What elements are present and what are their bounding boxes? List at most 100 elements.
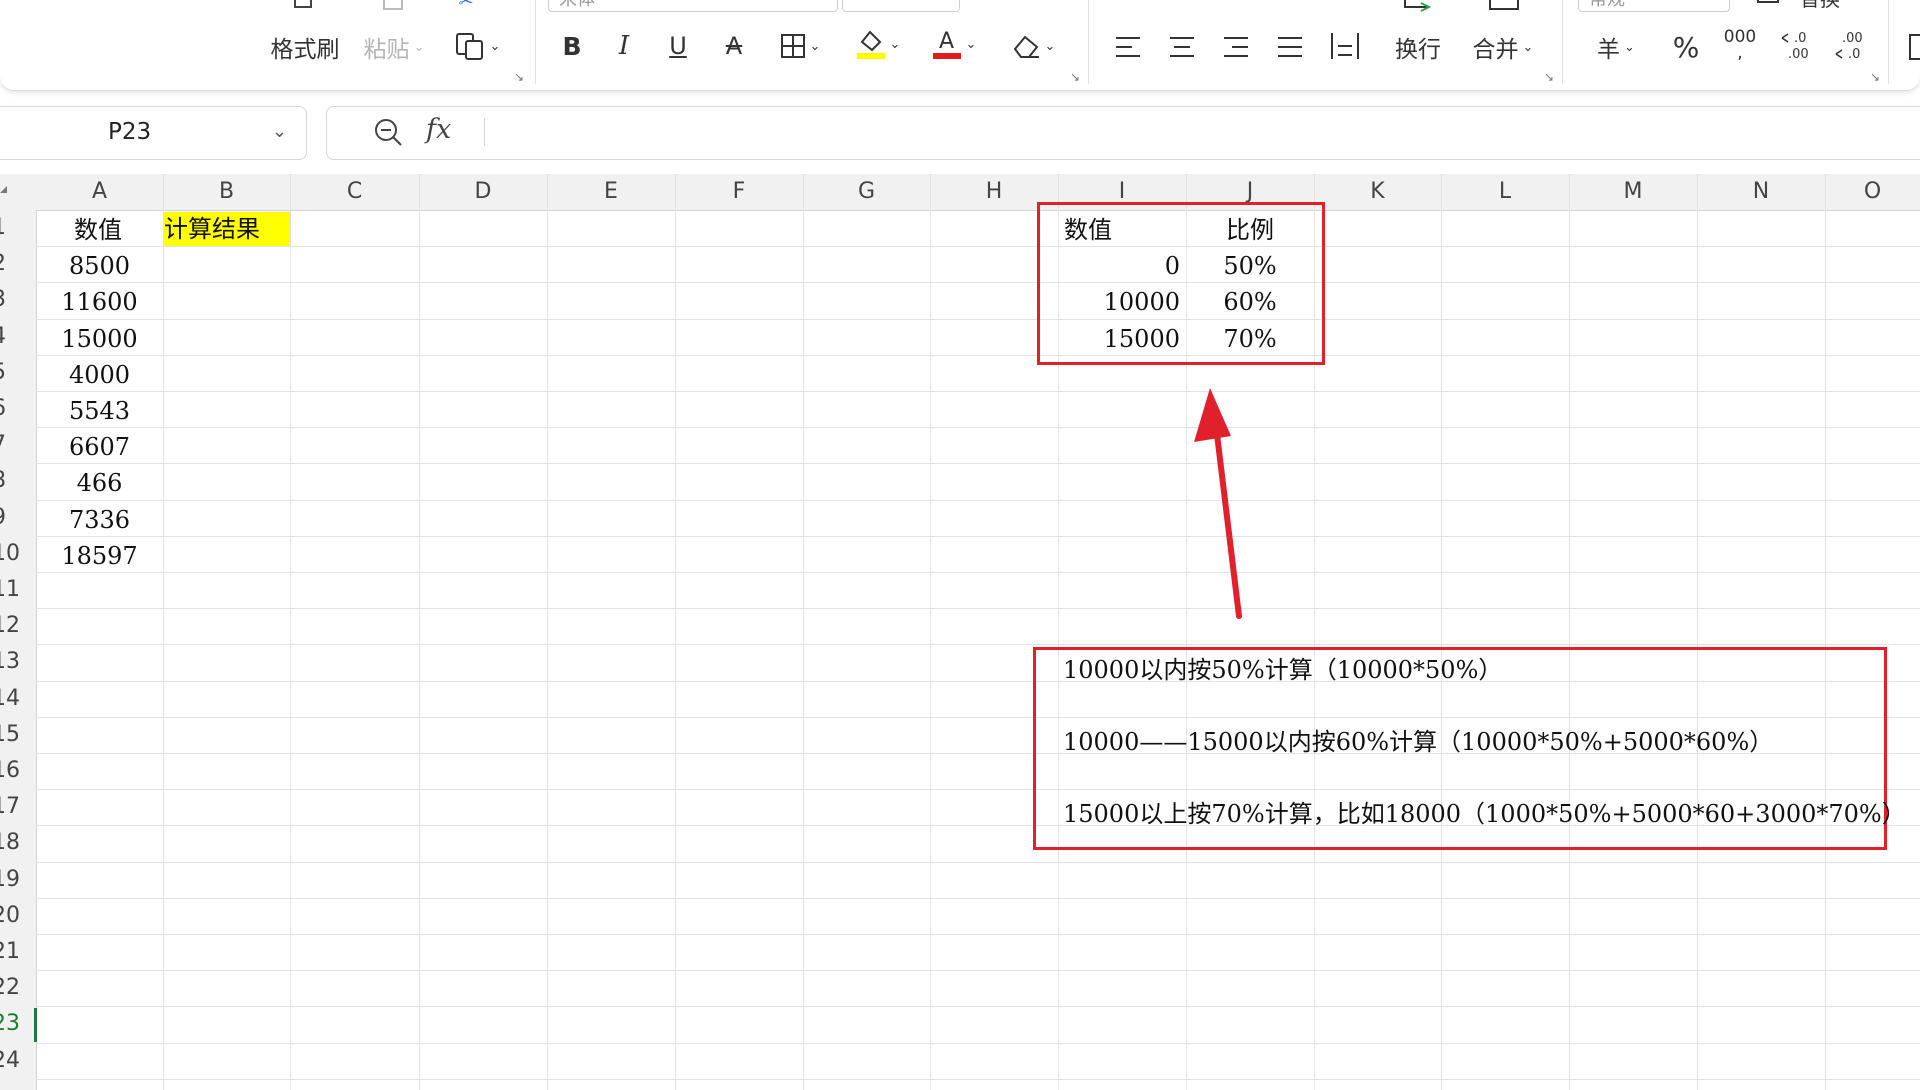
- row-header-1[interactable]: 1: [0, 210, 28, 246]
- align-left-button[interactable]: [1112, 30, 1144, 64]
- font-launcher-icon[interactable]: ↘: [1070, 70, 1080, 84]
- copy-icon: [455, 33, 483, 60]
- svg-text:A: A: [939, 29, 954, 54]
- bold-button[interactable]: B: [556, 28, 588, 64]
- column-header-M[interactable]: M: [1569, 174, 1697, 210]
- increase-decimal-button[interactable]: .0.00: [1776, 28, 1818, 64]
- cell-A1[interactable]: 数值: [74, 212, 122, 248]
- cell-A4[interactable]: 15000: [36, 321, 163, 357]
- column-gridline: [1441, 174, 1442, 1090]
- row-header-2[interactable]: 2: [0, 246, 28, 282]
- active-row-indicator: [34, 1008, 37, 1042]
- cell-A2[interactable]: 8500: [36, 248, 163, 284]
- wrap-text-icon[interactable]: [1398, 0, 1438, 16]
- cell-A10[interactable]: 18597: [36, 538, 163, 574]
- percent-button[interactable]: %: [1668, 30, 1704, 64]
- row-header-20[interactable]: 20: [0, 898, 28, 934]
- replace-button[interactable]: 替换: [1790, 0, 1850, 11]
- fx-icon[interactable]: fx: [426, 114, 451, 145]
- row-header-8[interactable]: 8: [0, 463, 28, 499]
- row-header-19[interactable]: 19: [0, 862, 28, 898]
- row-header-18[interactable]: 18: [0, 825, 28, 861]
- name-box[interactable]: P23 ⌄: [0, 106, 307, 160]
- row-header-14[interactable]: 14: [0, 681, 28, 717]
- ribbon-separator: [1888, 0, 1889, 84]
- row-header-24[interactable]: 24: [0, 1043, 28, 1079]
- row-header-11[interactable]: 11: [0, 572, 28, 608]
- format-painter-button[interactable]: 格式刷: [266, 30, 344, 64]
- name-box-value: P23: [108, 119, 152, 145]
- svg-text:.0: .0: [1794, 31, 1806, 46]
- wrap-text-button[interactable]: 换行: [1388, 30, 1448, 64]
- select-all-corner[interactable]: [0, 186, 7, 193]
- conditional-format-icon[interactable]: [1906, 30, 1920, 64]
- format-painter-icon[interactable]: [284, 0, 324, 16]
- scissors-icon[interactable]: ✂: [448, 0, 484, 12]
- cell-A9[interactable]: 7336: [36, 502, 163, 538]
- border-button[interactable]: ⌄: [772, 28, 828, 64]
- column-header-G[interactable]: G: [803, 174, 930, 210]
- fill-color-button[interactable]: ⌄: [850, 24, 906, 64]
- merge-icon[interactable]: [1484, 0, 1524, 14]
- thousands-separator-button[interactable]: 000,: [1720, 26, 1760, 64]
- cell-A6[interactable]: 5543: [36, 393, 163, 429]
- row-header-6[interactable]: 6: [0, 391, 28, 427]
- replace-icon[interactable]: [1752, 0, 1788, 8]
- chevron-down-icon[interactable]: ⌄: [272, 121, 287, 142]
- row-header-9[interactable]: 9: [0, 500, 28, 536]
- formula-bar[interactable]: [326, 106, 1920, 160]
- align-center-button[interactable]: [1166, 30, 1198, 64]
- row-header-15[interactable]: 15: [0, 717, 28, 753]
- column-header-N[interactable]: N: [1697, 174, 1825, 210]
- border-icon: [780, 34, 805, 58]
- underline-button[interactable]: U: [662, 28, 694, 64]
- row-gridline: [36, 934, 1920, 935]
- row-header-13[interactable]: 13: [0, 644, 28, 680]
- font-name-select[interactable]: 宋体: [548, 0, 838, 12]
- number-format-select[interactable]: 常规: [1578, 0, 1730, 12]
- font-size-select[interactable]: [842, 0, 960, 12]
- column-header-A[interactable]: A: [36, 174, 163, 210]
- clear-format-button[interactable]: ⌄: [1004, 28, 1062, 64]
- alignment-launcher-icon[interactable]: ↘: [1544, 70, 1554, 84]
- column-header-E[interactable]: E: [547, 174, 675, 210]
- row-header-7[interactable]: 7: [0, 427, 28, 463]
- column-header-B[interactable]: B: [163, 174, 290, 210]
- cell-A3[interactable]: 11600: [36, 284, 163, 320]
- row-header-23[interactable]: 23: [0, 1006, 28, 1042]
- column-header-K[interactable]: K: [1314, 174, 1441, 210]
- row-header-16[interactable]: 16: [0, 753, 28, 789]
- merge-button[interactable]: 合并 ⌄: [1466, 30, 1540, 64]
- row-header-3[interactable]: 3: [0, 282, 28, 318]
- italic-button[interactable]: I: [608, 28, 640, 64]
- paste-button[interactable]: 粘贴 ⌄: [358, 30, 430, 64]
- column-header-O[interactable]: O: [1825, 174, 1920, 210]
- copy-button[interactable]: ⌄: [444, 28, 510, 64]
- decrease-decimal-button[interactable]: .00.0: [1830, 28, 1872, 64]
- column-header-L[interactable]: L: [1441, 174, 1569, 210]
- cell-A5[interactable]: 4000: [36, 357, 163, 393]
- font-color-button[interactable]: A ⌄: [926, 24, 982, 64]
- row-header-12[interactable]: 12: [0, 608, 28, 644]
- column-header-C[interactable]: C: [290, 174, 419, 210]
- column-header-F[interactable]: F: [675, 174, 803, 210]
- currency-button[interactable]: 羊 ⌄: [1588, 30, 1644, 64]
- paste-icon: [376, 0, 412, 16]
- zoom-icon[interactable]: [372, 116, 406, 154]
- justify-button[interactable]: [1274, 30, 1306, 64]
- clipboard-launcher-icon[interactable]: ↘: [514, 70, 524, 84]
- align-right-button[interactable]: [1220, 30, 1252, 64]
- row-header-17[interactable]: 17: [0, 789, 28, 825]
- strikethrough-button[interactable]: A: [716, 28, 752, 64]
- number-launcher-icon[interactable]: ↘: [1870, 70, 1880, 84]
- row-header-10[interactable]: 10: [0, 536, 28, 572]
- cell-A7[interactable]: 6607: [36, 429, 163, 465]
- row-header-4[interactable]: 4: [0, 319, 28, 355]
- cell-B1[interactable]: 计算结果: [164, 212, 290, 246]
- distributed-align-button[interactable]: [1326, 28, 1364, 64]
- row-header-22[interactable]: 22: [0, 970, 28, 1006]
- row-header-21[interactable]: 21: [0, 934, 28, 970]
- cell-A8[interactable]: 466: [36, 465, 163, 501]
- column-header-D[interactable]: D: [419, 174, 547, 210]
- row-header-5[interactable]: 5: [0, 355, 28, 391]
